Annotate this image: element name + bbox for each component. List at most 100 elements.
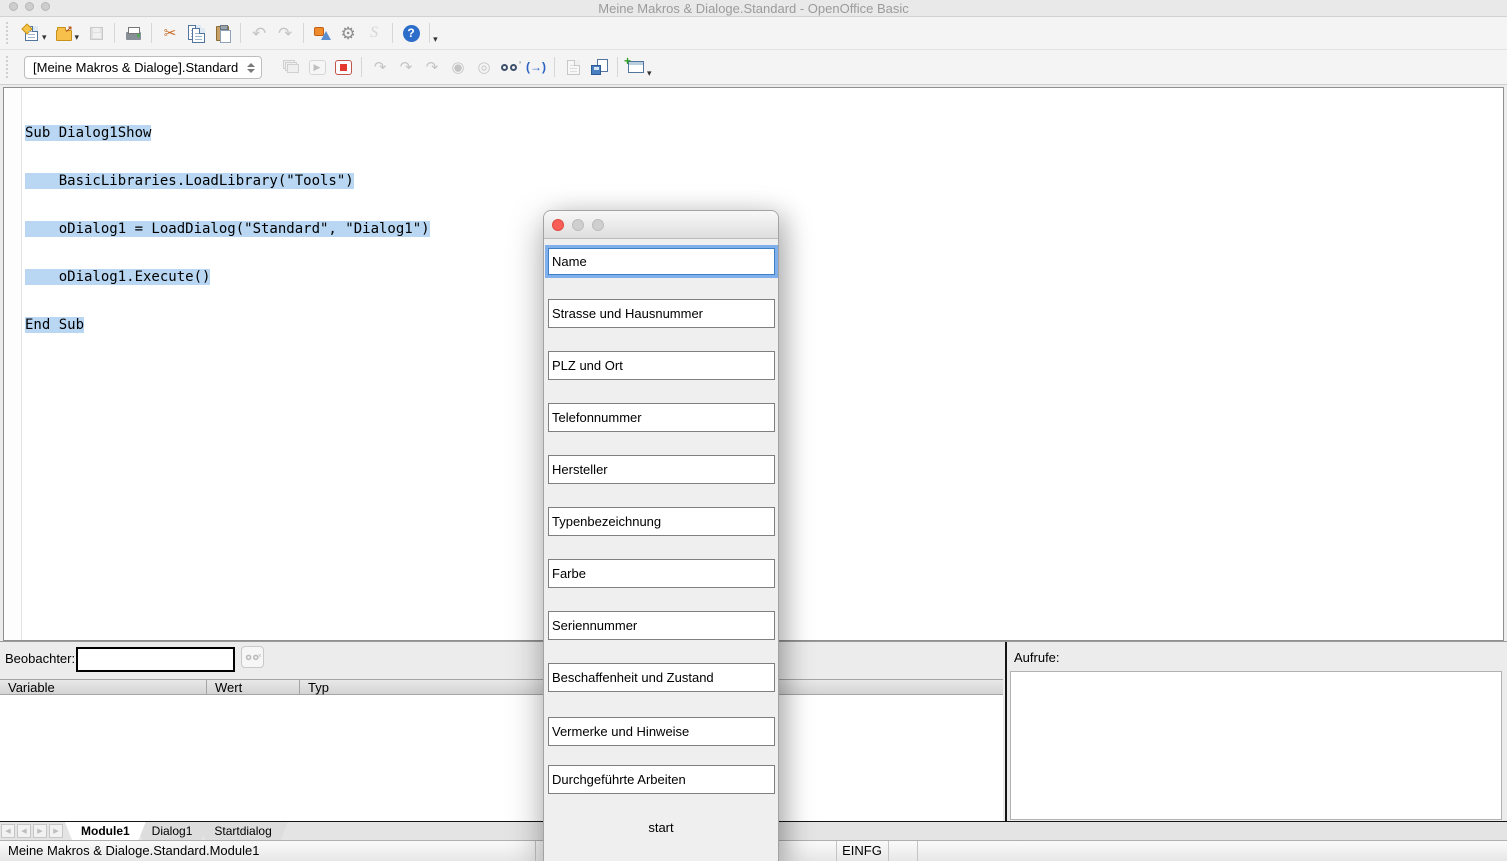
toolbar-separator — [303, 23, 304, 43]
help-button[interactable]: ? — [398, 20, 424, 46]
field-telefonnummer[interactable] — [548, 403, 775, 432]
stop-icon — [335, 60, 352, 75]
new-document-button[interactable] — [18, 20, 44, 46]
save-source-icon — [591, 59, 608, 75]
breakpoint-gutter[interactable] — [4, 88, 22, 640]
breakpoint-button: ◉ — [445, 54, 471, 80]
tab-startdialog[interactable]: Startdialog — [198, 822, 287, 840]
add-dialog-icon: + — [628, 61, 644, 73]
toolbar-grip[interactable] — [6, 56, 12, 78]
start-button[interactable]: start — [544, 820, 778, 835]
add-dialog-button[interactable]: + — [623, 54, 649, 80]
toolbar-separator — [429, 23, 430, 43]
status-insert-mode[interactable]: EINFG — [836, 843, 888, 858]
field-hersteller[interactable] — [548, 455, 775, 484]
basic-dialog-window: start — [543, 210, 779, 861]
toolbar-overflow-button[interactable]: ▾ — [433, 34, 438, 45]
procedure-step-button: ↷ — [367, 54, 393, 80]
compile-button — [278, 54, 304, 80]
run-icon: ▶ — [309, 60, 326, 75]
field-beschaffenheit[interactable] — [548, 663, 775, 692]
run-button: ▶ — [304, 54, 330, 80]
status-location: Meine Makros & Dialoge.Standard.Module1 — [8, 843, 259, 858]
help-icon: ? — [403, 25, 420, 42]
field-seriennummer[interactable] — [548, 611, 775, 640]
tab-dialog1[interactable]: Dialog1 — [136, 822, 209, 840]
add-watch-button[interactable]: ’ — [497, 54, 523, 80]
save-icon — [90, 27, 103, 40]
tab-module1[interactable]: Module1 — [65, 822, 146, 840]
column-variable: Variable — [0, 680, 206, 694]
status-separator — [535, 841, 536, 861]
toolbar-separator — [114, 23, 115, 43]
objects-icon — [314, 25, 331, 41]
paste-button[interactable] — [209, 20, 235, 46]
window-title: Meine Makros & Dialoge.Standard - OpenOf… — [0, 1, 1507, 16]
tab-scroll-first-button: ◀ — [1, 824, 15, 838]
tab-scroll-last-button: ▶ — [49, 824, 63, 838]
field-durchgefuehrte-arbeiten[interactable] — [548, 765, 775, 794]
dialog-close-button[interactable] — [552, 219, 564, 231]
save-source-button[interactable] — [586, 54, 612, 80]
goto-procedure-button[interactable]: (→) — [523, 54, 549, 80]
window-titlebar: Meine Makros & Dialoge.Standard - OpenOf… — [0, 0, 1507, 17]
field-typenbezeichnung[interactable] — [548, 507, 775, 536]
code-line: Sub Dialog1Show — [25, 125, 1503, 141]
gear-icon: ⚙ — [340, 25, 355, 42]
library-selector[interactable]: [Meine Makros & Dialoge].Standard — [24, 56, 262, 79]
field-farbe[interactable] — [548, 559, 775, 588]
select-macro-button[interactable] — [309, 20, 335, 46]
dialog-zoom-button — [592, 219, 604, 231]
undo-button: ↶ — [246, 20, 272, 46]
add-module-icon — [567, 60, 580, 75]
glasses-icon: ’ — [501, 61, 519, 73]
tab-scroll-next-button: ▶ — [33, 824, 47, 838]
calls-list[interactable] — [1010, 671, 1502, 820]
manage-breakpoints-icon: ◎ — [477, 60, 490, 75]
library-selector-value: [Meine Makros & Dialoge].Standard — [33, 60, 238, 75]
print-button[interactable] — [120, 20, 146, 46]
copy-icon — [188, 25, 204, 41]
status-separator — [888, 841, 889, 861]
field-name[interactable] — [548, 248, 775, 275]
standard-toolbar: ▾ ▾ ✂ ↶ ↷ ⚙ S ? ▾ — [0, 17, 1507, 50]
step-back-icon: ↷ — [426, 60, 439, 75]
remove-watch-button: × — [241, 646, 264, 668]
redo-icon: ↷ — [278, 25, 292, 42]
step-back-button: ↷ — [419, 54, 445, 80]
breakpoint-icon: ◉ — [451, 60, 464, 75]
toolbar-separator — [392, 23, 393, 43]
dialog-titlebar[interactable] — [544, 211, 778, 239]
toolbar-separator — [361, 57, 362, 77]
field-plz-ort[interactable] — [548, 351, 775, 380]
toolbar-separator — [151, 23, 152, 43]
goto-icon: (→) — [526, 60, 546, 74]
undo-icon: ↶ — [252, 25, 266, 42]
field-strasse[interactable] — [548, 299, 775, 328]
print-icon — [126, 32, 141, 40]
open-button[interactable] — [51, 20, 77, 46]
watch-input[interactable] — [76, 647, 235, 672]
save-button — [83, 20, 109, 46]
compile-icon — [283, 60, 299, 74]
cut-button[interactable]: ✂ — [157, 20, 183, 46]
settings-button[interactable]: ⚙ — [335, 20, 361, 46]
status-separator — [917, 841, 918, 861]
stop-button[interactable] — [330, 54, 356, 80]
watch-label: Beobachter: — [5, 651, 75, 666]
paste-icon — [216, 26, 229, 41]
manage-breakpoints-button: ◎ — [471, 54, 497, 80]
toolbar-separator — [240, 23, 241, 43]
watch-list[interactable] — [0, 695, 1003, 822]
open-icon — [56, 30, 72, 41]
toolbar-separator — [554, 57, 555, 77]
macro-toolbar: [Meine Makros & Dialoge].Standard ▶ ↷ ↷ … — [0, 50, 1507, 85]
toolbar-grip[interactable] — [6, 22, 12, 44]
cut-icon: ✂ — [164, 26, 177, 41]
panel-splitter[interactable] — [1005, 642, 1007, 821]
field-vermerke[interactable] — [548, 717, 775, 746]
remove-watch-icon: × — [245, 652, 259, 662]
script-icon: S — [370, 25, 378, 41]
dialog-minimize-button — [572, 219, 584, 231]
copy-button[interactable] — [183, 20, 209, 46]
